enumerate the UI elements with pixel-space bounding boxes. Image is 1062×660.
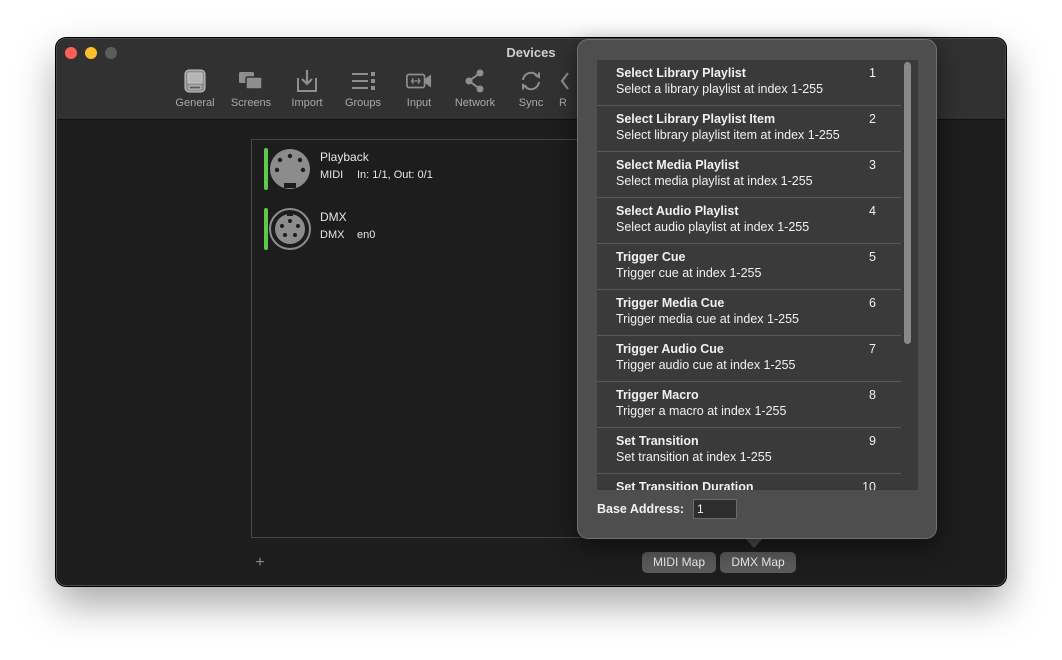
map-item-title: Trigger Media Cue — [616, 296, 725, 310]
device-type: DMX — [320, 229, 345, 241]
map-item-description: Select media playlist at index 1-255 — [616, 174, 813, 188]
import-icon — [294, 69, 320, 93]
map-item-channel: 7 — [869, 342, 876, 356]
toolbar-label-screens: Screens — [230, 97, 272, 109]
toolbar-label-sync: Sync — [518, 97, 544, 109]
toolbar-item-input[interactable]: Input — [391, 69, 447, 113]
map-item-channel: 10 — [862, 480, 876, 490]
map-item-description: Trigger audio cue at index 1-255 — [616, 358, 796, 372]
preferences-toolbar: General Screens Import Groups Input Netw… — [167, 69, 573, 113]
dmx-map-popover: Select Library Playlist Select a library… — [577, 39, 937, 539]
partial-toolbar-icon — [559, 69, 573, 93]
toolbar-label-import: Import — [291, 97, 323, 109]
dmx-map-button[interactable]: DMX Map — [720, 552, 796, 573]
toolbar-item-screens[interactable]: Screens — [223, 69, 279, 113]
general-icon — [182, 69, 208, 93]
map-item-channel: 3 — [869, 158, 876, 172]
add-device-button[interactable]: + — [253, 554, 267, 572]
base-address-label: Base Address: — [597, 502, 685, 516]
map-item-description: Select library playlist item at index 1-… — [616, 128, 840, 142]
map-item[interactable]: Select Library Playlist Item Select libr… — [597, 106, 901, 152]
map-item-channel: 6 — [869, 296, 876, 310]
map-item-title: Select Library Playlist — [616, 66, 746, 80]
map-item-channel: 5 — [869, 250, 876, 264]
toolbar-item-general[interactable]: General — [167, 69, 223, 113]
map-item-title: Set Transition Duration — [616, 480, 754, 490]
device-name: Playback — [320, 150, 369, 164]
midi-map-button[interactable]: MIDI Map — [642, 552, 716, 573]
device-row-dmx[interactable]: DMX DMX en0 — [264, 206, 604, 252]
groups-icon — [350, 69, 376, 93]
map-item-title: Set Transition — [616, 434, 699, 448]
toolbar-item-import[interactable]: Import — [279, 69, 335, 113]
map-item[interactable]: Select Media Playlist Select media playl… — [597, 152, 901, 198]
screens-icon — [238, 69, 264, 93]
toolbar-label-network: Network — [454, 97, 496, 109]
device-info: en0 — [357, 229, 376, 241]
map-item-description: Set transition at index 1-255 — [616, 450, 772, 464]
map-item-channel: 8 — [869, 388, 876, 402]
map-item-title: Select Library Playlist Item — [616, 112, 776, 126]
map-item-channel: 9 — [869, 434, 876, 448]
map-item[interactable]: Set Transition Duration 10 — [597, 474, 901, 490]
map-item-channel: 1 — [869, 66, 876, 80]
toolbar-item-partial[interactable]: R — [559, 69, 573, 113]
input-icon — [406, 69, 432, 93]
base-address-input[interactable] — [693, 499, 737, 519]
device-list: Playback MIDI In: 1/1, Out: 0/1 DMX DMX … — [251, 139, 611, 538]
map-item-description: Trigger media cue at index 1-255 — [616, 312, 799, 326]
map-item[interactable]: Select Library Playlist Select a library… — [597, 60, 901, 106]
map-item-title: Select Audio Playlist — [616, 204, 739, 218]
toolbar-item-network[interactable]: Network — [447, 69, 503, 113]
toolbar-label-input: Input — [406, 97, 432, 109]
map-item-title: Trigger Cue — [616, 250, 686, 264]
map-item-description: Trigger a macro at index 1-255 — [616, 404, 787, 418]
toolbar-label-partial: R — [559, 97, 567, 109]
midi-connector-icon — [270, 149, 310, 189]
map-item[interactable]: Set Transition Set transition at index 1… — [597, 428, 901, 474]
map-list-scrollbar[interactable] — [904, 62, 911, 344]
device-type: MIDI — [320, 169, 344, 181]
map-item[interactable]: Select Audio Playlist Select audio playl… — [597, 198, 901, 244]
map-item-title: Trigger Audio Cue — [616, 342, 724, 356]
toolbar-label-general: General — [175, 97, 215, 109]
map-item[interactable]: Trigger Cue Trigger cue at index 1-255 5 — [597, 244, 901, 290]
map-item-description: Select a library playlist at index 1-255 — [616, 82, 824, 96]
map-item-title: Trigger Macro — [616, 388, 699, 402]
map-item-description: Trigger cue at index 1-255 — [616, 266, 762, 280]
toolbar-item-groups[interactable]: Groups — [335, 69, 391, 113]
map-item[interactable]: Trigger Macro Trigger a macro at index 1… — [597, 382, 901, 428]
device-row-playback[interactable]: Playback MIDI In: 1/1, Out: 0/1 — [264, 146, 604, 192]
dmx-map-list[interactable]: Select Library Playlist Select a library… — [597, 60, 918, 490]
network-icon — [462, 69, 488, 93]
map-item-description: Select audio playlist at index 1-255 — [616, 220, 810, 234]
map-item[interactable]: Trigger Audio Cue Trigger audio cue at i… — [597, 336, 901, 382]
device-info: In: 1/1, Out: 0/1 — [357, 169, 433, 181]
sync-icon — [518, 69, 544, 93]
toolbar-item-sync[interactable]: Sync — [503, 69, 559, 113]
map-item[interactable]: Trigger Media Cue Trigger media cue at i… — [597, 290, 901, 336]
map-item-channel: 4 — [869, 204, 876, 218]
map-item-channel: 2 — [869, 112, 876, 126]
dmx-connector-icon — [269, 208, 311, 250]
toolbar-label-groups: Groups — [344, 97, 382, 109]
device-name: DMX — [320, 210, 347, 224]
map-item-title: Select Media Playlist — [616, 158, 739, 172]
